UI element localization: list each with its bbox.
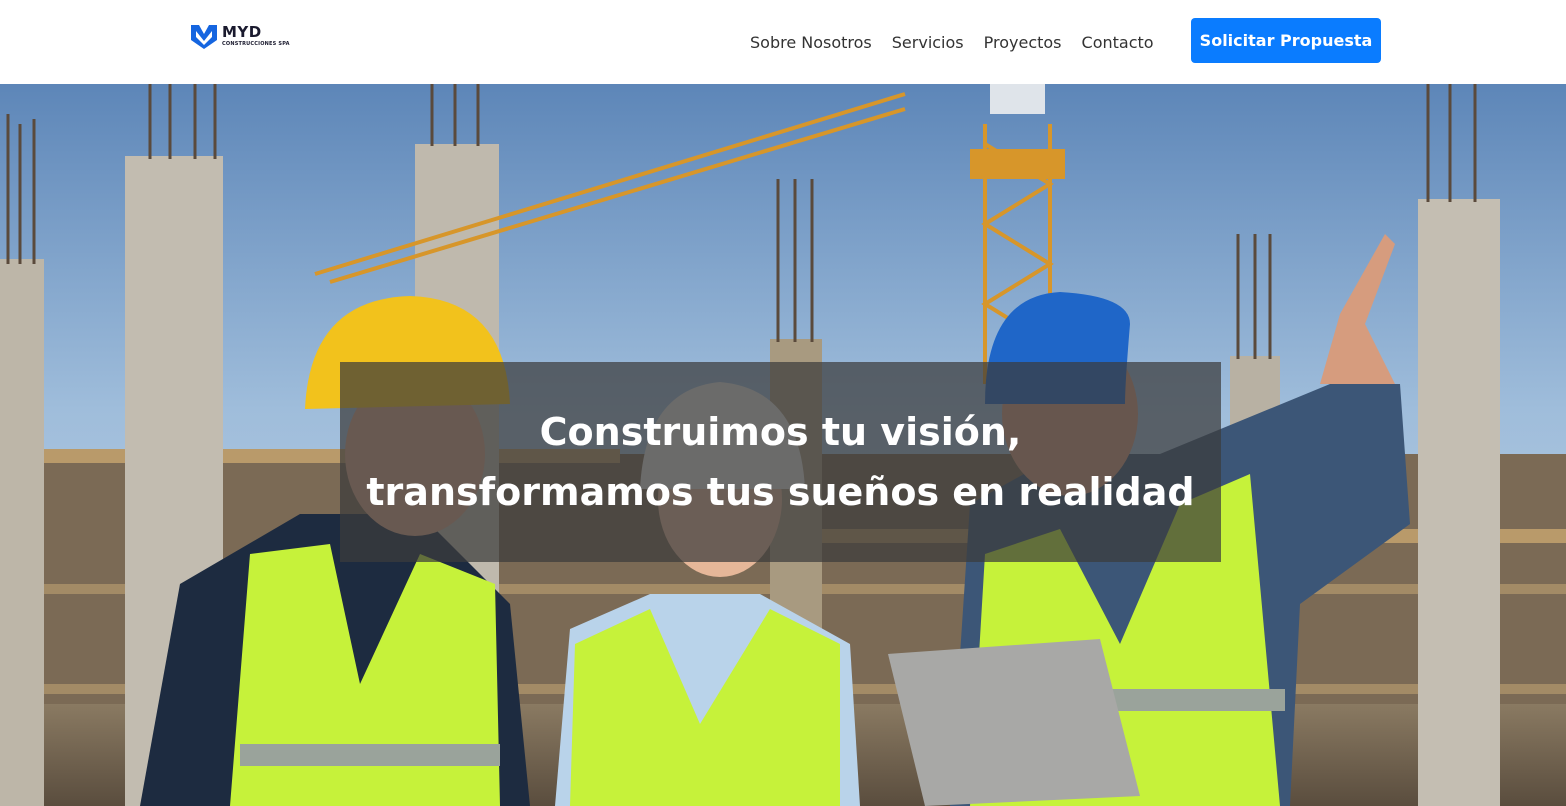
nav-link-servicios[interactable]: Servicios [892,33,964,52]
navbar: MYD CONSTRUCCIONES SPA Sobre Nosotros Se… [0,0,1566,84]
nav-link-proyectos[interactable]: Proyectos [984,33,1062,52]
hero-overlay: Construimos tu visión, transformamos tus… [340,362,1221,562]
hero-title: Construimos tu visión, transformamos tus… [366,402,1194,522]
main-nav: Sobre Nosotros Servicios Proyectos Conta… [750,0,1174,84]
nav-link-sobre-nosotros[interactable]: Sobre Nosotros [750,33,872,52]
myd-logo-icon [191,25,217,49]
nav-link-contacto[interactable]: Contacto [1082,33,1154,52]
solicitar-propuesta-button[interactable]: Solicitar Propuesta [1191,18,1381,63]
hero-section: Construimos tu visión, transformamos tus… [0,84,1566,806]
brand-logo[interactable]: MYD CONSTRUCCIONES SPA [190,18,310,54]
brand-name: MYD [222,23,262,41]
brand-subtitle: CONSTRUCCIONES SPA [222,41,290,47]
hero-title-line-1: Construimos tu visión, [539,410,1022,454]
hero-title-line-2: transformamos tus sueños en realidad [366,470,1195,514]
